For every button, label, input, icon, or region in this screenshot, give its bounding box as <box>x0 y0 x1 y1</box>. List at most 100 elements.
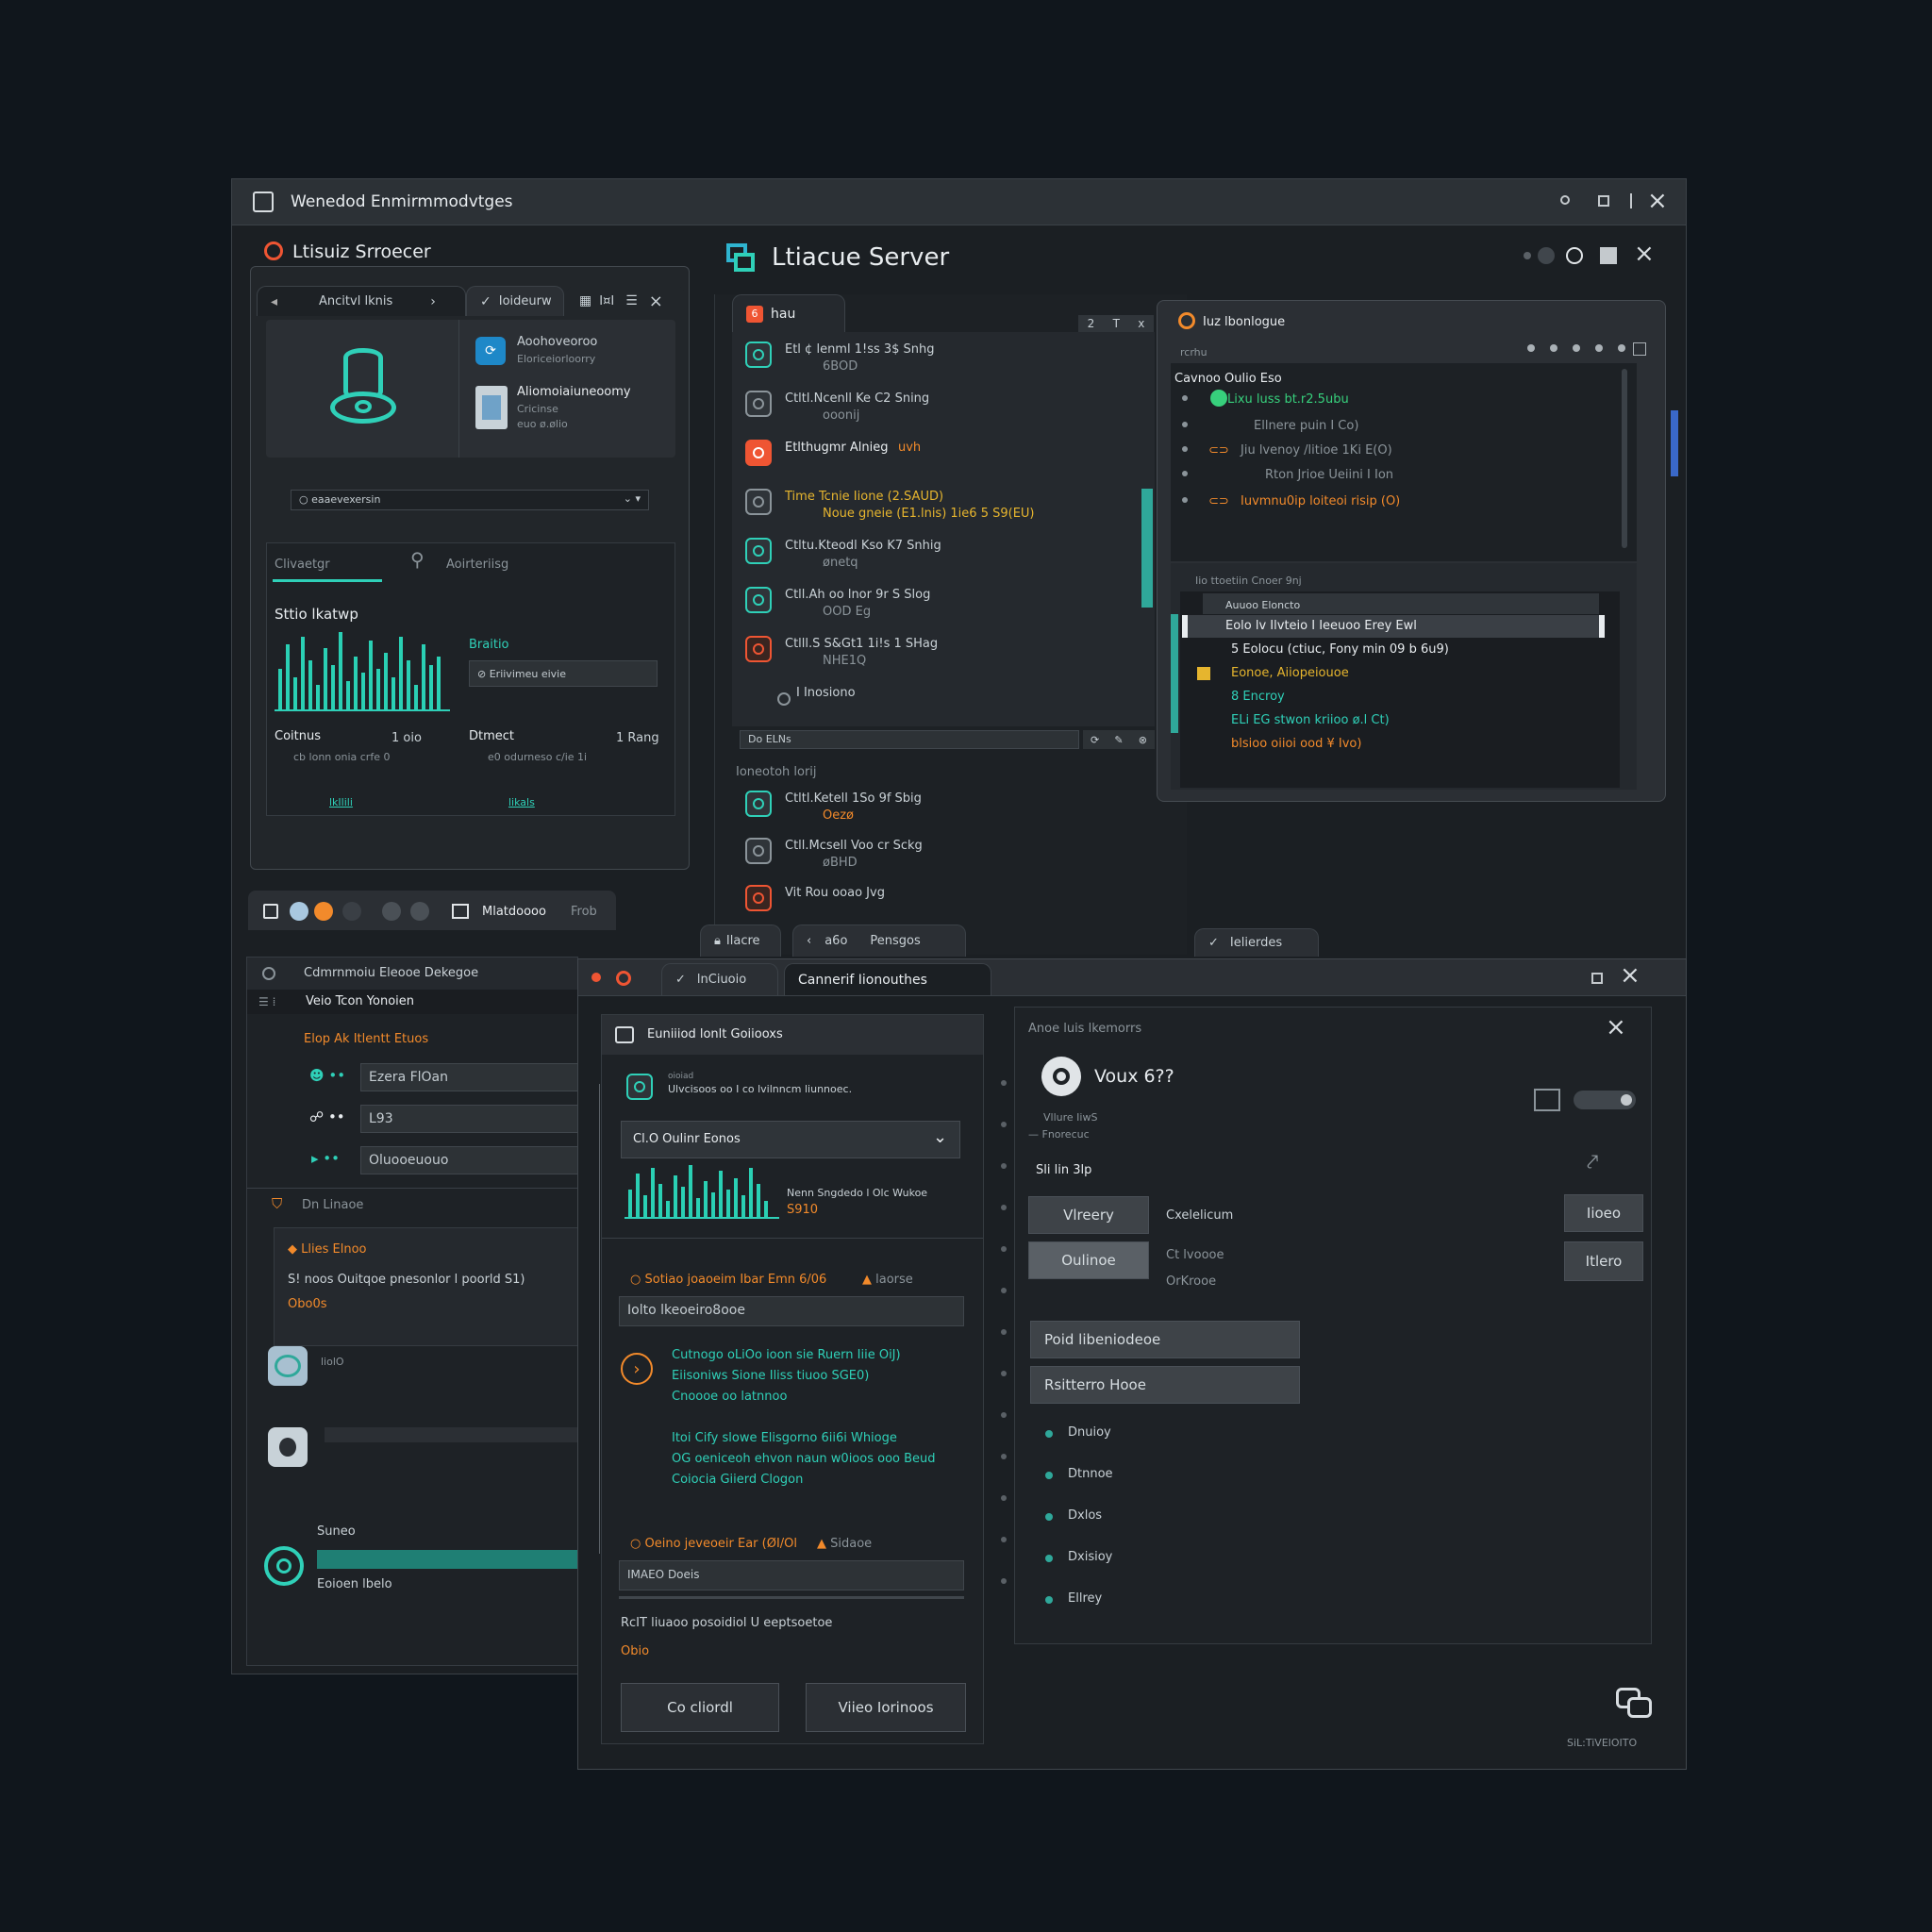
console-line[interactable]: 5 Eolocu (ctiuc, Fony min 09 b 6u9) <box>1231 641 1449 658</box>
tab-ilacre[interactable]: 🔒︎ Ilacre <box>700 924 781 957</box>
filter-icon[interactable]: T <box>1113 317 1120 330</box>
footer-link-2[interactable]: likals <box>508 794 535 811</box>
tab-hau[interactable]: 6 hau <box>732 294 845 332</box>
dialog-item[interactable]: Lixu luss bt.r2.5ubu <box>1227 391 1349 408</box>
server-close-icon[interactable]: × <box>1634 242 1655 266</box>
red-ring-icon[interactable] <box>616 971 631 986</box>
bottom-close-icon[interactable]: × <box>1620 963 1641 988</box>
dialog-item[interactable]: Ellnere puin I Co) <box>1254 418 1358 435</box>
bottom-maximize-icon[interactable] <box>1591 973 1603 984</box>
dialog-item[interactable]: Iuvmnu0ip loiteoi risip (O) <box>1241 493 1400 510</box>
server-item-line1[interactable]: Ctll.Ah oo lnor 9r S Slog <box>785 587 930 604</box>
red-record-icon[interactable] <box>591 973 601 982</box>
console-line[interactable]: blsioo oiioi ood ¥ Ivo) <box>1231 736 1361 753</box>
search-icon[interactable]: ⚲ <box>410 550 425 569</box>
button-vlreery[interactable]: Vlreery <box>1028 1196 1149 1234</box>
dialog-scrollbar[interactable] <box>1622 369 1627 548</box>
server-item-line1[interactable]: Ctltu.Kteodl Kso K7 Snhig <box>785 538 941 555</box>
dot-icon-3[interactable] <box>1573 344 1580 352</box>
server2-item-line1[interactable]: Vit Rou ooao Jvg <box>785 885 885 902</box>
server-item-line1[interactable]: Etl ¢ lenml 1!ss 3$ Snhg <box>785 341 935 358</box>
detail-list-item[interactable]: Dxisioy <box>1068 1549 1112 1566</box>
dot-icon-1[interactable] <box>1527 344 1535 352</box>
doc-icon[interactable]: ☰ <box>625 293 638 308</box>
detail-list-item[interactable]: Dxlos <box>1068 1507 1102 1524</box>
location-icon[interactable] <box>290 902 308 921</box>
subtab-aoirteriisg[interactable]: Aoirteriisg <box>446 557 508 574</box>
chevron-right-icon[interactable]: › <box>430 294 436 309</box>
grey-dot-icon-3[interactable] <box>410 902 429 921</box>
tab-io[interactable]: ▦ I¤I ☰ × <box>566 286 685 316</box>
brand-field[interactable]: ⊘ Eriivimeu eivie <box>469 660 658 687</box>
toggle-switch[interactable] <box>1574 1091 1636 1109</box>
maximize-icon[interactable] <box>1598 195 1609 207</box>
form-select[interactable]: Cl.O Oulinr Eonos ⌄ <box>621 1121 960 1158</box>
bar-poid[interactable]: Poid libeniodeoe <box>1030 1321 1300 1358</box>
console-line[interactable]: 8 Encroy <box>1231 689 1285 706</box>
grey-dot-icon-2[interactable] <box>382 902 401 921</box>
detail-list-item[interactable]: Dtnnoe <box>1068 1466 1113 1483</box>
user-icon[interactable] <box>268 1427 308 1467</box>
tab-ioideurw[interactable]: ✓ Ioideurw <box>466 286 564 316</box>
list-footer-field[interactable]: Do ELNs <box>740 730 1079 749</box>
form-field-2[interactable]: IMAEO Doeis <box>619 1560 964 1591</box>
detail-list-item[interactable]: Ellrey <box>1068 1591 1102 1607</box>
dot-icon-4[interactable] <box>1595 344 1603 352</box>
back-icon[interactable]: ◂ <box>271 294 277 309</box>
button-iioeo[interactable]: Iioeo <box>1564 1194 1643 1232</box>
record-dot-icon[interactable] <box>1538 247 1555 264</box>
console-line[interactable]: ELi EG stwon kriioo ø.l Ct) <box>1231 712 1390 729</box>
server-item-line1[interactable]: I Inosiono <box>796 685 856 702</box>
detail-close-icon[interactable]: × <box>1606 1015 1626 1040</box>
chat-bubble-icon[interactable] <box>268 1346 308 1386</box>
footer-link-1[interactable]: lkIlili <box>329 794 353 811</box>
grey-dot-icon-1[interactable] <box>342 902 361 921</box>
tab-ielierdes[interactable]: ✓ Ielierdes <box>1194 928 1319 957</box>
field-3[interactable]: Oluooeuouo <box>360 1146 587 1174</box>
console-tab[interactable]: Auuoo Eloncto <box>1203 593 1599 614</box>
button-confirm[interactable]: Viieo Iorinoos <box>806 1683 966 1732</box>
tab-cannerif[interactable]: Cannerif Iionouthes <box>784 963 991 995</box>
server-item-line1[interactable]: Ctlll.S S&Gt1 1i!s 1 SHag <box>785 636 938 653</box>
expand-icon[interactable] <box>1633 342 1646 356</box>
tab-close-icon[interactable]: × <box>649 291 663 311</box>
dialog-item[interactable]: Jiu lvenoy /litioe 1Ki E(O) <box>1241 442 1392 459</box>
image-icon[interactable] <box>1534 1089 1560 1111</box>
tab-lnciuoio[interactable]: ✓ lnCiuoio <box>661 963 778 995</box>
sort-icon[interactable]: 2 <box>1088 317 1095 330</box>
server-item-line1[interactable]: Ctltl.Ncenll Ke C2 Sning <box>785 391 929 408</box>
source-dropdown[interactable]: ○ eaaevexersin ⌄ ▾ <box>291 490 649 510</box>
form-field-1[interactable]: Iolto lkeoeiro8ooe <box>619 1296 964 1326</box>
chat-corner-icon[interactable] <box>1616 1688 1652 1720</box>
server2-item-line1[interactable]: Ctltl.Ketell 1So 9f Sbig <box>785 791 922 808</box>
link-arrow-icon[interactable]: ⤤ <box>1587 1153 1598 1174</box>
field-2[interactable]: L93 <box>360 1105 587 1133</box>
save-icon[interactable] <box>263 904 278 919</box>
square-icon[interactable] <box>1600 247 1617 264</box>
settings-icon[interactable] <box>262 967 275 980</box>
button-cancel[interactable]: Co cliordl <box>621 1683 779 1732</box>
bar-rsitterro[interactable]: Rsitterro Hooe <box>1030 1366 1300 1404</box>
radio-icon[interactable] <box>777 692 791 706</box>
orange-dot-icon[interactable] <box>314 902 333 921</box>
mail-icon[interactable] <box>452 904 469 919</box>
tab-ancitvl[interactable]: ◂ Ancitvl lknis › <box>257 286 466 316</box>
console-line[interactable]: Eonoe, Aiiopeiouoe <box>1231 665 1349 682</box>
console-line[interactable]: Eolo lv Ilvteio I Ieeuoo Erey Ewl <box>1225 618 1417 635</box>
circle-icon[interactable] <box>1566 247 1583 264</box>
server-item-line1[interactable]: Etlthugmr Alnieg <box>785 440 889 457</box>
close-icon[interactable]: × <box>1647 189 1668 213</box>
clear-icon[interactable]: x <box>1138 317 1144 330</box>
button-itlero[interactable]: Itlero <box>1564 1241 1643 1281</box>
blue-scroll[interactable] <box>1671 410 1678 476</box>
server2-item-line1[interactable]: Ctll.Mcsell Voo cr Sckg <box>785 838 923 855</box>
subtab-clivaetgr[interactable]: Clivaetgr <box>275 557 330 574</box>
delete-icon[interactable]: ⊗ <box>1139 734 1147 746</box>
dot-icon-5[interactable] <box>1618 344 1625 352</box>
minimize-icon[interactable] <box>1560 195 1570 205</box>
dialog-item[interactable]: Rton Jrioe Ueiini I Ion <box>1265 467 1393 484</box>
button-oulinoe[interactable]: Oulinoe <box>1028 1241 1149 1279</box>
server-item-line1[interactable]: Time Tcnie Iione (2.SAUD) <box>785 489 943 506</box>
refresh-icon[interactable]: ⟳ <box>1091 734 1099 746</box>
field-1[interactable]: Ezera FlOan <box>360 1063 587 1091</box>
